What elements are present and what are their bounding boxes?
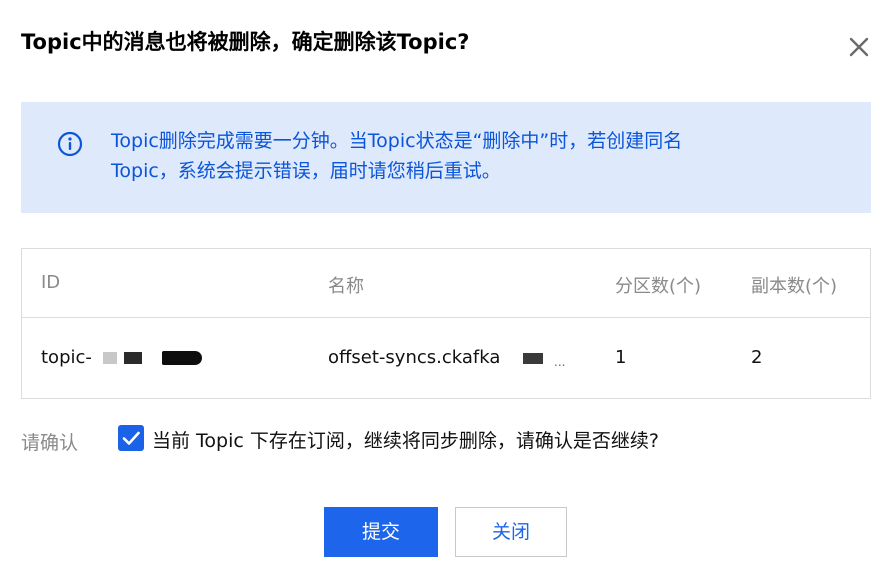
header-replicas: 副本数(个) [751, 276, 838, 297]
close-button[interactable]: 关闭 [455, 507, 567, 557]
redacted-block [124, 352, 142, 364]
cell-topic-id: topic- [41, 347, 92, 368]
notice-line-2: Topic，系统会提示错误，届时请您稍后重试。 [111, 160, 501, 182]
dialog-title: Topic中的消息也将被删除，确定删除该Topic? [21, 30, 470, 54]
notice-text: Topic删除完成需要一分钟。当Topic状态是“删除中”时，若创建同名 Top… [111, 126, 811, 186]
cell-replicas: 2 [751, 347, 763, 368]
header-name: 名称 [328, 276, 364, 297]
info-icon [57, 131, 83, 157]
table-header: ID 名称 分区数(个) 副本数(个) [22, 249, 870, 318]
submit-button[interactable]: 提交 [324, 507, 438, 557]
cell-partitions: 1 [615, 347, 627, 368]
confirm-label: 请确认 [21, 432, 79, 454]
name-ellipsis: ... [554, 355, 566, 369]
header-partitions: 分区数(个) [615, 276, 702, 297]
redacted-block [162, 351, 202, 365]
topic-table: ID 名称 分区数(个) 副本数(个) topic- offset-syncs.… [21, 248, 871, 399]
notice-line-1: Topic删除完成需要一分钟。当Topic状态是“删除中”时，若创建同名 [111, 130, 683, 152]
confirm-checkbox[interactable] [118, 425, 144, 451]
redacted-block [103, 352, 117, 364]
redacted-block [523, 353, 543, 364]
header-id: ID [41, 272, 61, 293]
checkmark-icon [122, 431, 140, 445]
info-notice: Topic删除完成需要一分钟。当Topic状态是“删除中”时，若创建同名 Top… [21, 102, 871, 213]
cell-topic-name: offset-syncs.ckafka [328, 347, 501, 368]
confirm-checkbox-label[interactable]: 当前 Topic 下存在订阅，继续将同步删除，请确认是否继续? [152, 426, 659, 453]
delete-topic-dialog: Topic中的消息也将被删除，确定删除该Topic? Topic删除完成需要一分… [0, 0, 888, 576]
close-icon[interactable] [846, 34, 872, 60]
